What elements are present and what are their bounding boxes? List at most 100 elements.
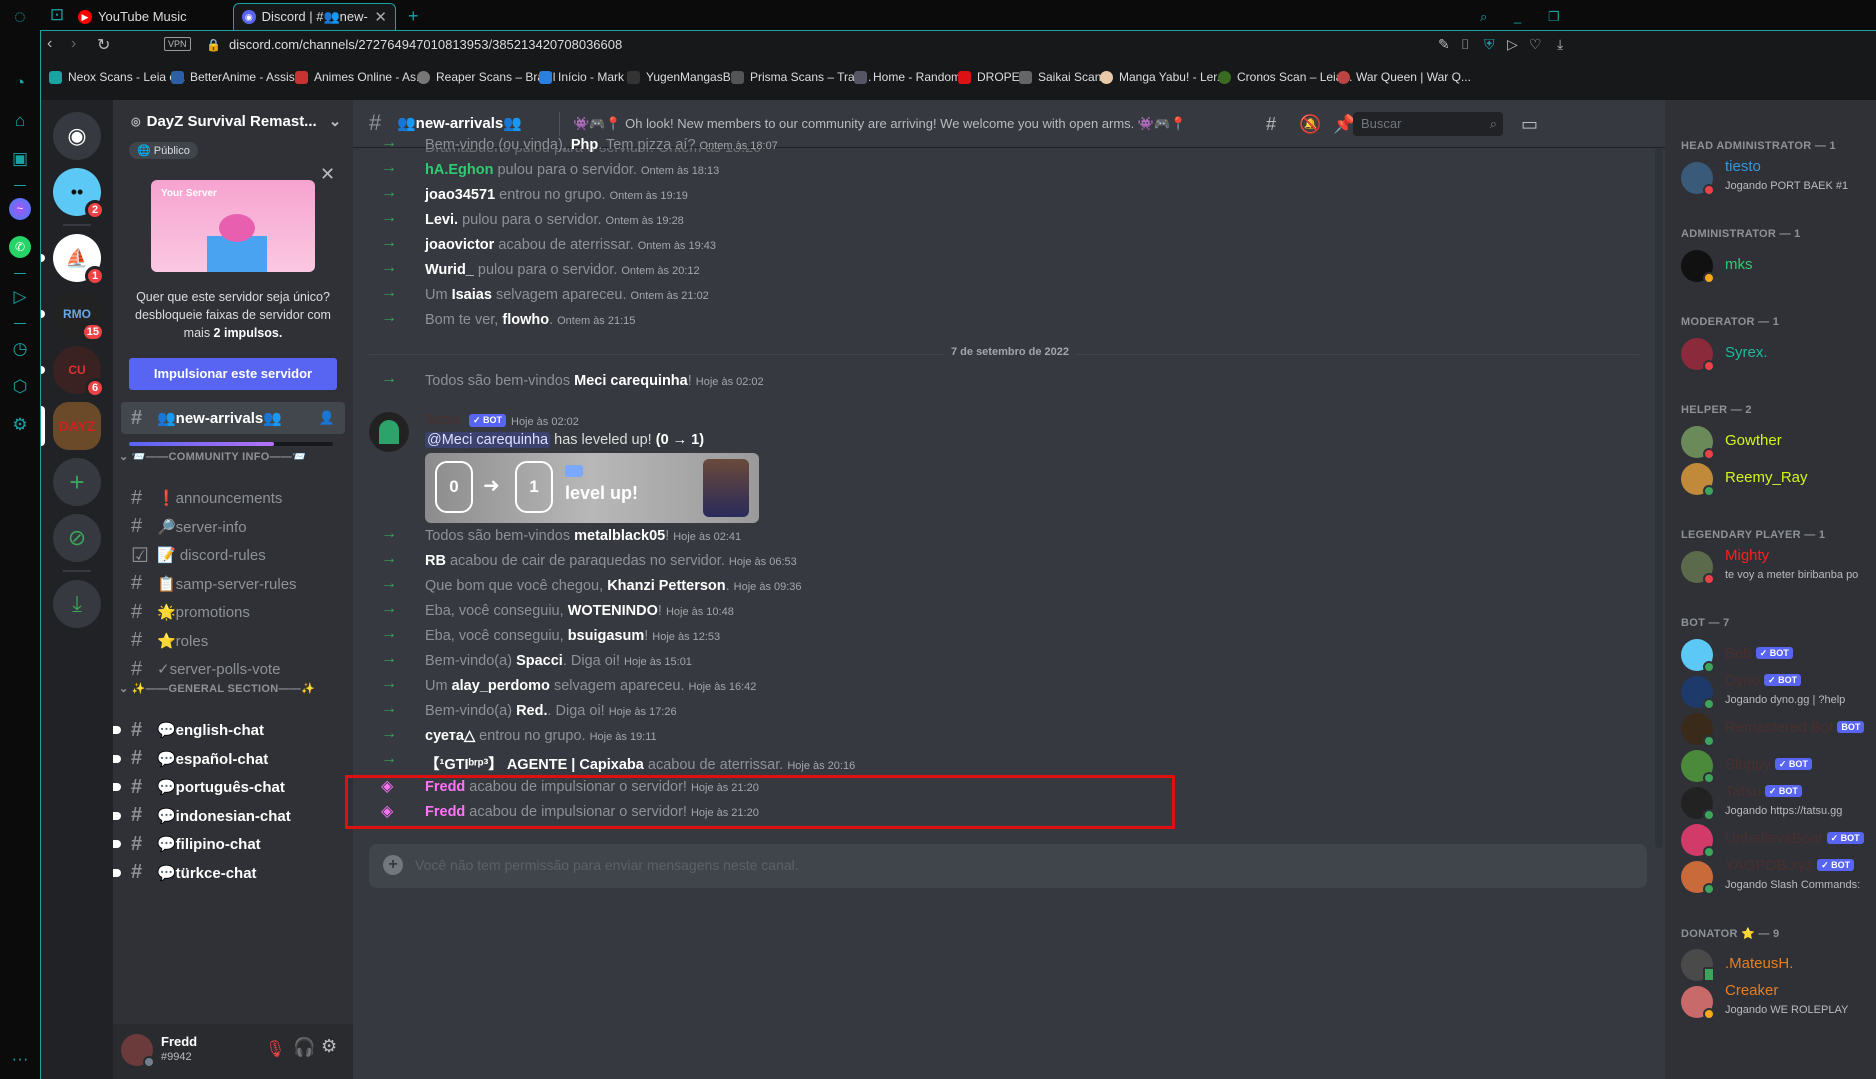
threads-icon[interactable]: # (1266, 114, 1276, 135)
messenger-icon[interactable]: ~ (9, 198, 31, 220)
message-username[interactable]: alay_perdomo (452, 678, 550, 694)
member-item[interactable]: Reemy_Ray (1681, 459, 1876, 499)
channel-item[interactable]: # 💬português-chat (113, 771, 345, 803)
whatsapp-icon[interactable]: ✆ (9, 236, 31, 258)
member-item[interactable]: Creaker Jogando WE ROLEPLAY (1681, 982, 1876, 1022)
bookmark-item[interactable]: BetterAnime - Assis... (171, 70, 305, 84)
bookmark-item[interactable]: Reaper Scans – Brasil (417, 70, 555, 84)
message-username[interactable]: Levi. (425, 212, 458, 228)
message-username[interactable]: Red. (516, 703, 547, 719)
bookmark-item[interactable]: Cronos Scan – Leia... (1218, 70, 1352, 84)
add-attachment-icon[interactable]: + (383, 855, 403, 875)
message-username[interactable]: joaovictor (425, 237, 494, 253)
message-username[interactable]: Fredd (425, 804, 465, 820)
bookmark-item[interactable]: DROPE (958, 70, 1020, 84)
message-username[interactable]: Meci carequinha (574, 373, 688, 389)
settings-icon[interactable]: ⚙ (9, 414, 31, 436)
message-username[interactable]: Fredd (425, 779, 465, 795)
member-item[interactable]: .MateusH. (1681, 945, 1876, 985)
bookmark-item[interactable]: Prisma Scans – Trad... (731, 70, 871, 84)
avatar[interactable] (369, 412, 409, 452)
message-author[interactable]: Tatsu (425, 412, 460, 428)
user-settings-icon[interactable]: ⚙ (321, 1036, 337, 1057)
user-mention[interactable]: @Meci carequinha (425, 432, 551, 448)
message-username[interactable]: joao34571 (425, 187, 495, 203)
message-username[interactable]: Spacci (516, 653, 563, 669)
boost-server-button[interactable]: Impulsionar este servidor (129, 358, 337, 390)
channel-item[interactable]: # 💬türkce-chat (113, 857, 345, 889)
message-username[interactable]: 【¹GTIᵇʳᵖ³】 AGENTE | Capixaba (425, 757, 644, 773)
player-icon[interactable]: ▷ (9, 286, 31, 308)
reload-button[interactable]: ↻ (97, 35, 110, 55)
add-server-button[interactable]: + (53, 458, 101, 506)
bookmark-item[interactable]: Manga Yabu! - Ler... (1100, 70, 1227, 84)
message-username[interactable]: WOTENINDO (568, 603, 658, 619)
message-username[interactable]: Wurid_ (425, 262, 474, 278)
chat-scrollbar[interactable] (1655, 148, 1663, 848)
back-button[interactable]: ‹ (47, 35, 52, 53)
url-field[interactable]: discord.com/channels/272764947010813953/… (229, 37, 622, 52)
restore-button[interactable]: ❐ (1540, 3, 1568, 30)
bookmark-item[interactable]: Animes Online - As... (295, 70, 426, 84)
headphones-icon[interactable]: 🎧 (293, 1037, 315, 1058)
channel-item[interactable]: # 💬español-chat (113, 743, 345, 775)
tab-discord[interactable]: ◉ Discord | #👥new-arrivals👤 ✕ (233, 3, 396, 30)
camera-icon[interactable]: ⌷ (1461, 36, 1469, 53)
inbox-icon[interactable]: ▭ (1521, 114, 1538, 135)
search-input[interactable]: Buscar ⌕ (1353, 112, 1503, 136)
message-username[interactable]: hA.Eghon (425, 162, 493, 178)
close-tab-icon[interactable]: ✕ (374, 8, 387, 26)
member-item[interactable]: YAGPDB.xyz ✓ BOT Jogando Slash Commands: (1681, 857, 1876, 897)
channel-item[interactable]: # ❗announcements (121, 482, 345, 514)
opera-logo-icon[interactable]: ◌ (9, 6, 31, 28)
channel-topic[interactable]: 👾🎮📍 Oh look! New members to our communit… (573, 116, 1186, 132)
bookmark-item[interactable]: War Queen | War Q... (1337, 70, 1471, 84)
vpn-badge[interactable]: VPN (164, 37, 191, 51)
channel-item[interactable]: # 💬indonesian-chat (113, 800, 345, 832)
bookmark-item[interactable]: Home - Random (854, 70, 961, 84)
message-composer[interactable]: + Você não tem permissão para enviar men… (369, 844, 1647, 888)
message-username[interactable]: flowho (502, 312, 549, 328)
shield-icon[interactable]: ⛨ (1484, 36, 1495, 53)
server-icon[interactable]: ⛵ 1 (41, 234, 105, 286)
speed-dial-icon[interactable]: ◔ (9, 72, 31, 94)
server-icon[interactable]: RMO 15 (41, 290, 105, 342)
lock-icon[interactable]: 🔒 (206, 38, 221, 52)
twitch-icon[interactable]: ▣ (9, 148, 31, 170)
member-item[interactable]: Sloppy ✓ BOT (1681, 746, 1876, 786)
more-icon[interactable]: ··· (9, 1048, 31, 1070)
home-button[interactable]: ◉ (53, 112, 101, 160)
server-icon[interactable]: •• 2 (53, 168, 105, 220)
search-tabs-icon[interactable]: ⌕ (1472, 3, 1495, 30)
server-header[interactable]: ◎ DayZ Survival Remast... ⌄ (131, 112, 341, 131)
forward-button[interactable]: › (71, 35, 76, 53)
member-item[interactable]: tiesto Jogando PORT BAEK #1 (1681, 158, 1876, 198)
level-up-card[interactable]: 0 ➜ 1 level up! (425, 453, 759, 523)
notifications-muted-icon[interactable]: 🔕 (1299, 114, 1321, 135)
new-tab-button[interactable]: + (400, 3, 427, 30)
member-item[interactable]: mks (1681, 246, 1876, 286)
channel-new-arrivals[interactable]: # 👥new-arrivals👥 👤 (121, 402, 345, 434)
member-item[interactable]: Remastered Bot BOT (1681, 709, 1876, 749)
download-icon[interactable]: ⤓ (1557, 36, 1563, 53)
message-username[interactable]: RB (425, 553, 446, 569)
bookmark-item[interactable]: Neox Scans - Leia c... (49, 70, 185, 84)
channel-item[interactable]: # 🔎server-info (121, 511, 345, 543)
member-item[interactable]: Syrex. (1681, 334, 1876, 374)
close-icon[interactable]: ✕ (320, 164, 335, 185)
channel-item[interactable]: # 📋samp-server-rules (121, 568, 345, 600)
channel-item[interactable]: # 💬filipino-chat (113, 828, 345, 860)
member-item[interactable]: Gowther (1681, 422, 1876, 462)
invite-icon[interactable]: 👤 (319, 410, 335, 426)
message-username[interactable]: суета△ (425, 728, 475, 744)
channel-item[interactable]: # 🌟promotions (121, 596, 345, 628)
message-username[interactable]: Khanzi Petterson (607, 578, 725, 594)
server-icon[interactable]: CU 6 (41, 346, 105, 398)
member-item[interactable]: Bob ✓ BOT (1681, 635, 1876, 675)
extensions-icon[interactable]: ⬡ (9, 376, 31, 398)
explore-servers-button[interactable]: ⊘ (53, 514, 101, 562)
message-username[interactable]: bsuigasum (568, 628, 645, 644)
message-username[interactable]: metalblack05 (574, 528, 665, 544)
send-icon[interactable]: ▷ (1507, 36, 1518, 53)
channel-item[interactable]: # 💬english-chat (113, 714, 345, 746)
